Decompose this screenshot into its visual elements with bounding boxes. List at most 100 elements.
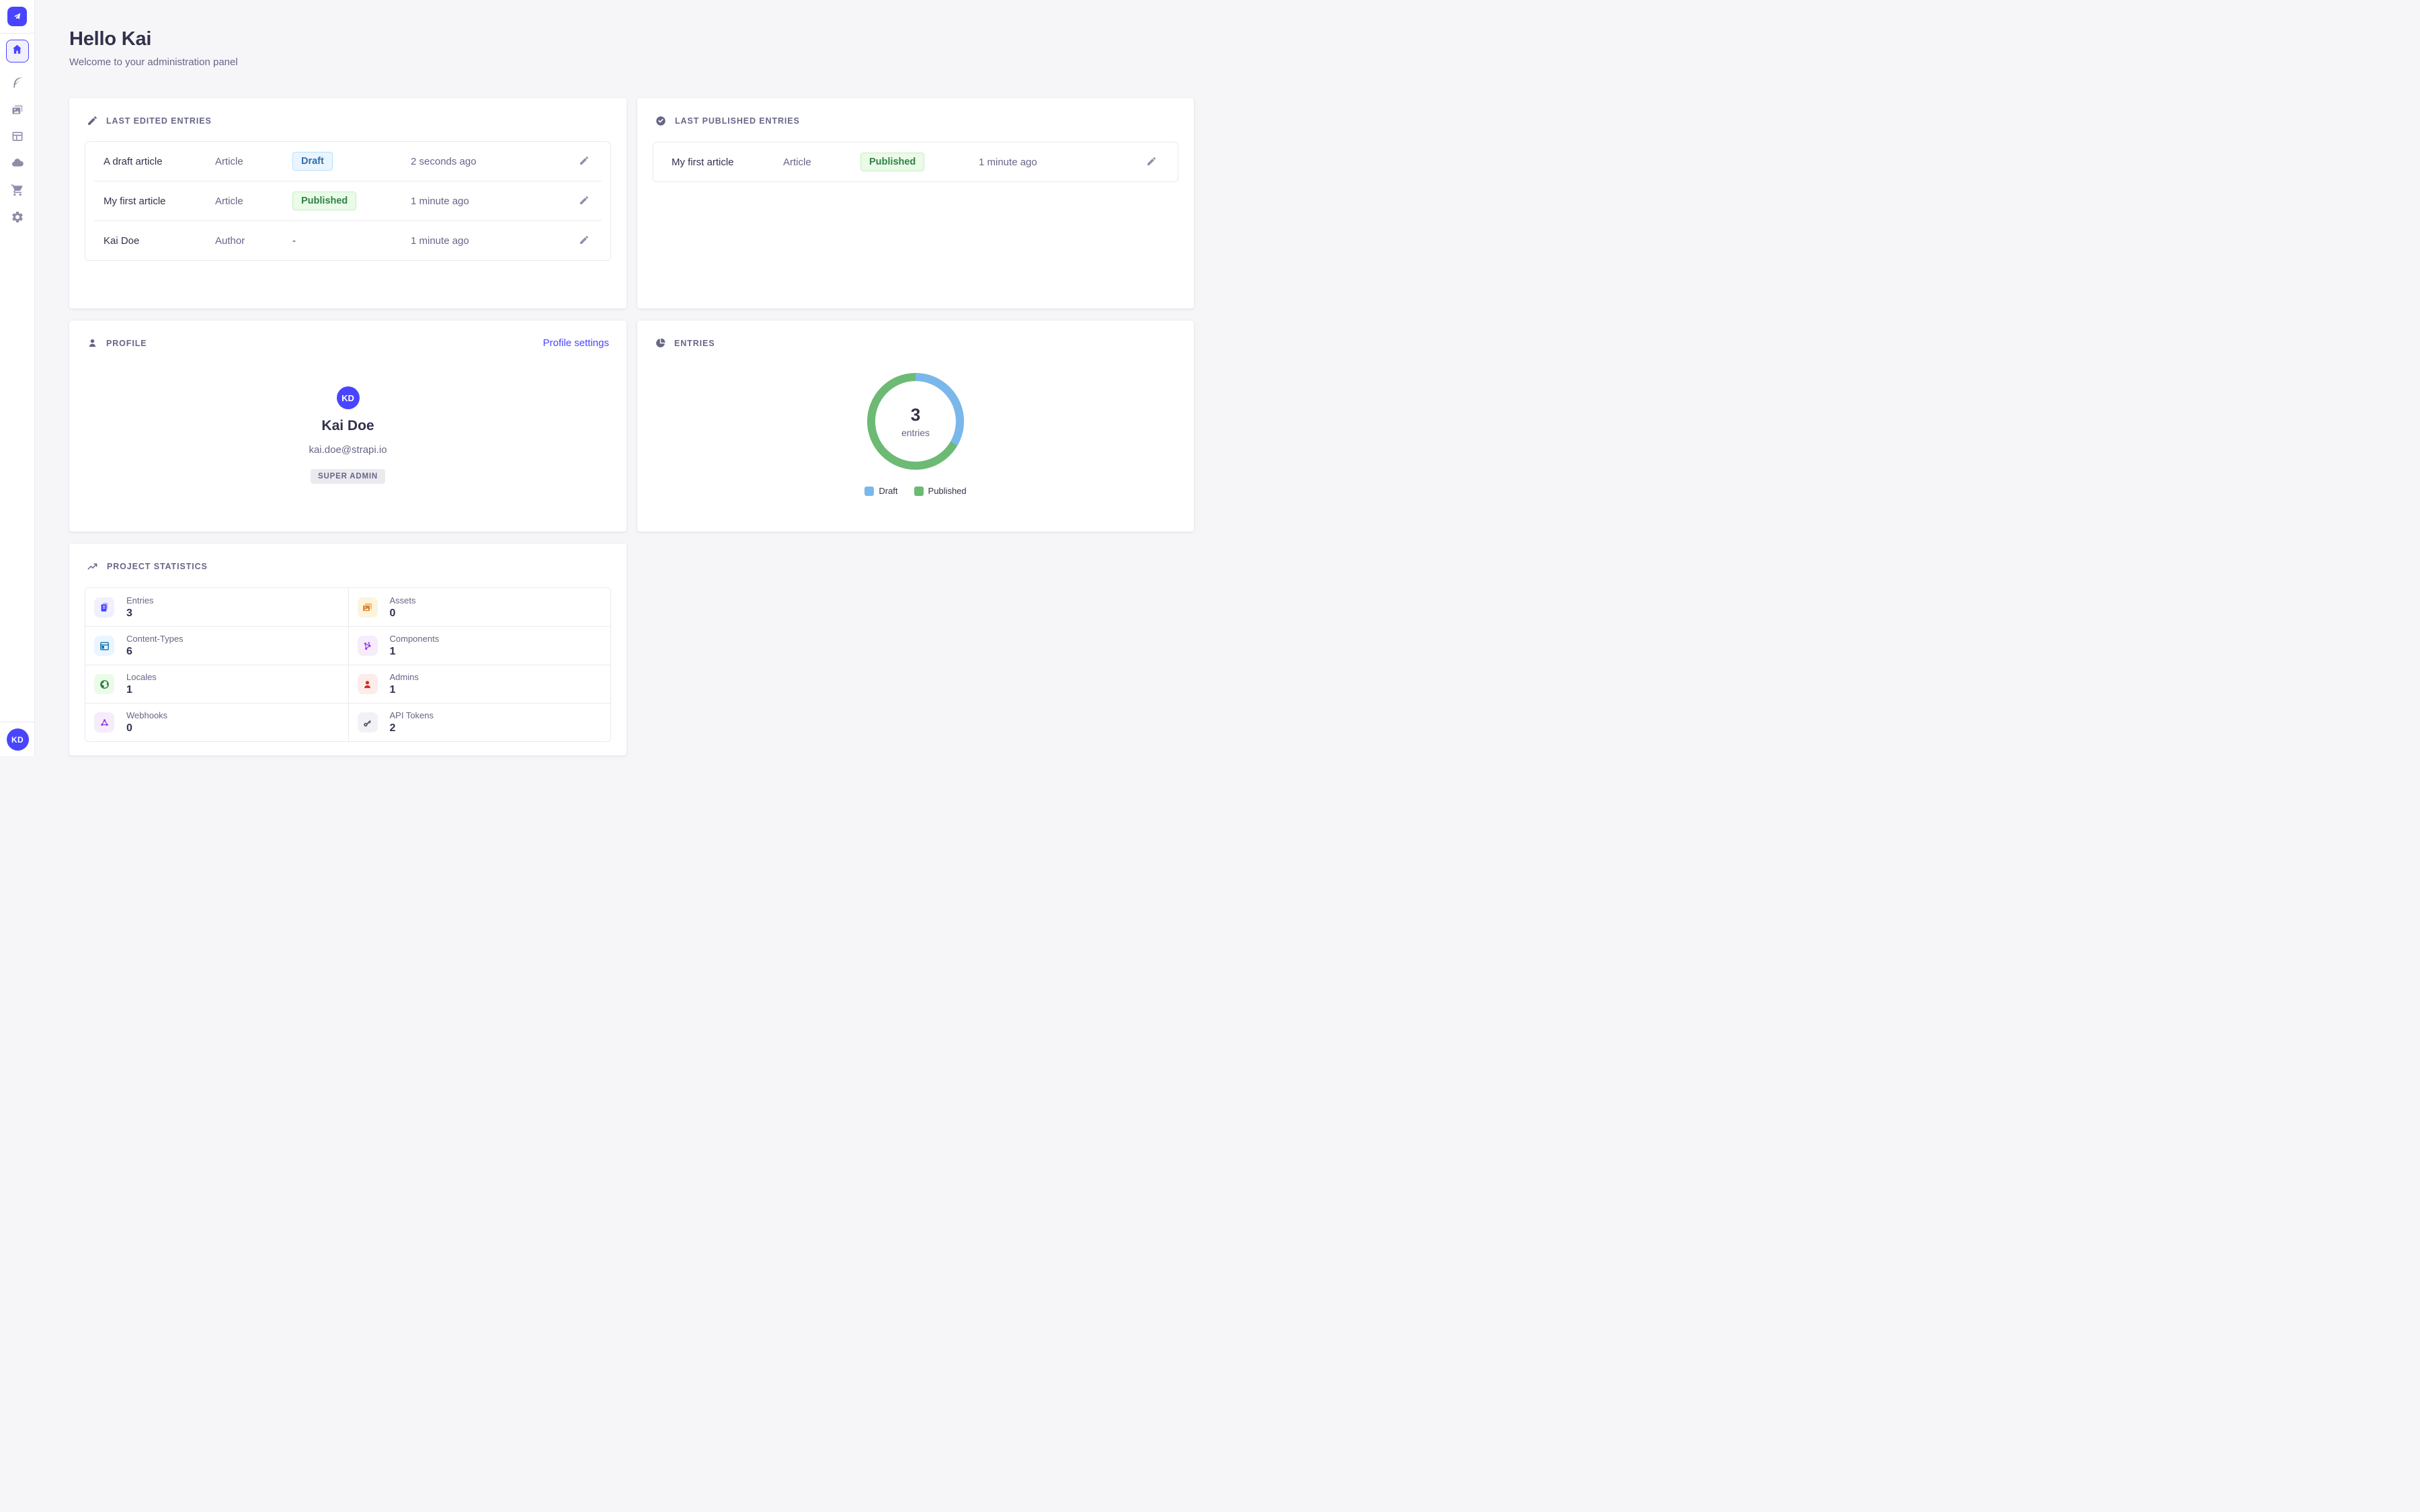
entry-type: Article [783, 157, 860, 168]
gear-icon [11, 210, 24, 224]
project-statistics-card: PROJECT STATISTICS Entries 3 [69, 544, 627, 755]
stat-label: Components [390, 634, 440, 644]
stat-value: 2 [390, 722, 434, 734]
entry-type: Article [215, 196, 292, 207]
entry-type: Article [215, 156, 292, 167]
entry-name: My first article [672, 157, 783, 168]
pencil-icon [579, 155, 590, 168]
entry-time: 1 minute ago [411, 235, 566, 247]
status-badge: Draft [292, 152, 333, 171]
user-icon [358, 674, 378, 694]
profile-name: Kai Doe [321, 418, 374, 434]
stat-label: Content-Types [126, 634, 184, 644]
edit-entry-button[interactable] [575, 232, 593, 249]
card-title: LAST EDITED ENTRIES [106, 116, 212, 126]
last-edited-entries-card: LAST EDITED ENTRIES A draft article Arti… [69, 98, 627, 308]
stat-api-tokens: API Tokens 2 [348, 703, 611, 741]
layout-icon [11, 130, 24, 143]
legend-item-published: Published [914, 486, 967, 496]
stat-label: Admins [390, 672, 419, 682]
sidebar-footer: KD [0, 722, 35, 756]
entry-name: My first article [104, 196, 215, 207]
stat-value: 1 [390, 646, 440, 658]
stat-components: Components 1 [348, 626, 611, 665]
entry-name: A draft article [104, 156, 215, 167]
stat-label: Entries [126, 595, 153, 605]
stat-value: 1 [390, 684, 419, 696]
pencil-icon [1146, 156, 1157, 169]
entry-type: Author [215, 235, 292, 247]
card-title: PROFILE [106, 339, 147, 348]
globe-icon [94, 674, 114, 694]
card-header: LAST EDITED ENTRIES [69, 98, 627, 137]
draft-swatch [864, 487, 874, 496]
sidebar-item-deploy[interactable] [6, 157, 29, 170]
pencil-icon [579, 235, 590, 247]
stat-value: 1 [126, 684, 157, 696]
stat-admins: Admins 1 [348, 665, 611, 703]
edit-entry-button[interactable] [575, 153, 593, 170]
entries-table: A draft article Article Draft 2 seconds … [85, 141, 611, 261]
user-avatar[interactable]: KD [7, 728, 29, 751]
entry-time: 1 minute ago [979, 157, 1133, 168]
workspace-logo-box[interactable] [0, 0, 35, 34]
legend-item-draft: Draft [864, 486, 897, 496]
table-row: My first article Article Published 1 min… [85, 181, 610, 220]
sidebar-item-content-manager[interactable] [6, 76, 29, 89]
profile-body: KD Kai Doe kai.doe@strapi.io SUPER ADMIN [69, 360, 627, 484]
stat-label: Assets [390, 595, 416, 605]
last-published-entries-card: LAST PUBLISHED ENTRIES My first article … [637, 98, 1194, 308]
stat-value: 0 [390, 607, 416, 620]
dashboard-grid: LAST EDITED ENTRIES A draft article Arti… [69, 98, 1194, 755]
chart-legend: Draft Published [864, 486, 966, 496]
sidebar-item-marketplace[interactable] [6, 183, 29, 197]
entries-table: My first article Article Published 1 min… [653, 142, 1178, 182]
layout-icon [94, 636, 114, 656]
stat-label: Locales [126, 672, 157, 682]
card-header: PROJECT STATISTICS [69, 544, 627, 583]
stat-webhooks: Webhooks 0 [85, 703, 348, 741]
sidebar-item-settings[interactable] [6, 210, 29, 224]
stats-table: Entries 3 Assets 0 [85, 587, 611, 742]
profile-card: PROFILE Profile settings KD Kai Doe kai.… [69, 321, 627, 532]
stat-label: API Tokens [390, 710, 434, 720]
table-row: My first article Article Published 1 min… [653, 142, 1178, 181]
edit-entry-button[interactable] [575, 192, 593, 210]
sidebar-item-media-library[interactable] [6, 103, 29, 116]
stat-value: 3 [126, 607, 153, 620]
pencil-icon [579, 195, 590, 208]
avatar: KD [337, 386, 360, 409]
documents-icon [94, 597, 114, 618]
card-header: PROFILE Profile settings [69, 321, 627, 360]
sidebar-item-content-type-builder[interactable] [6, 130, 29, 143]
card-title: LAST PUBLISHED ENTRIES [675, 116, 800, 126]
stat-entries: Entries 3 [85, 588, 348, 626]
entry-name: Kai Doe [104, 235, 215, 247]
sidebar-item-home[interactable] [6, 40, 29, 62]
stat-value: 0 [126, 722, 167, 734]
card-title: PROJECT STATISTICS [107, 562, 208, 571]
card-title: ENTRIES [674, 339, 715, 348]
profile-settings-link[interactable]: Profile settings [543, 337, 609, 349]
published-swatch [914, 487, 924, 496]
person-icon [87, 337, 98, 349]
trending-up-icon [87, 560, 99, 573]
strapi-logo-icon [7, 7, 27, 26]
entry-time: 2 seconds ago [411, 156, 566, 167]
stat-locales: Locales 1 [85, 665, 348, 703]
webhook-icon [94, 712, 114, 732]
page-subtitle: Welcome to your administration panel [69, 56, 1194, 68]
stat-content-types: Content-Types 6 [85, 626, 348, 665]
edit-entry-button[interactable] [1143, 153, 1160, 171]
status-badge: Published [860, 153, 924, 171]
sidebar-nav [6, 40, 29, 224]
stat-value: 6 [126, 646, 184, 658]
status-badge: Published [292, 192, 356, 210]
entry-time: 1 minute ago [411, 196, 566, 207]
role-badge: SUPER ADMIN [311, 469, 385, 484]
stat-assets: Assets 0 [348, 588, 611, 626]
stat-label: Webhooks [126, 710, 167, 720]
key-icon [358, 712, 378, 732]
card-header: ENTRIES [637, 321, 1194, 360]
profile-email: kai.doe@strapi.io [309, 444, 387, 456]
